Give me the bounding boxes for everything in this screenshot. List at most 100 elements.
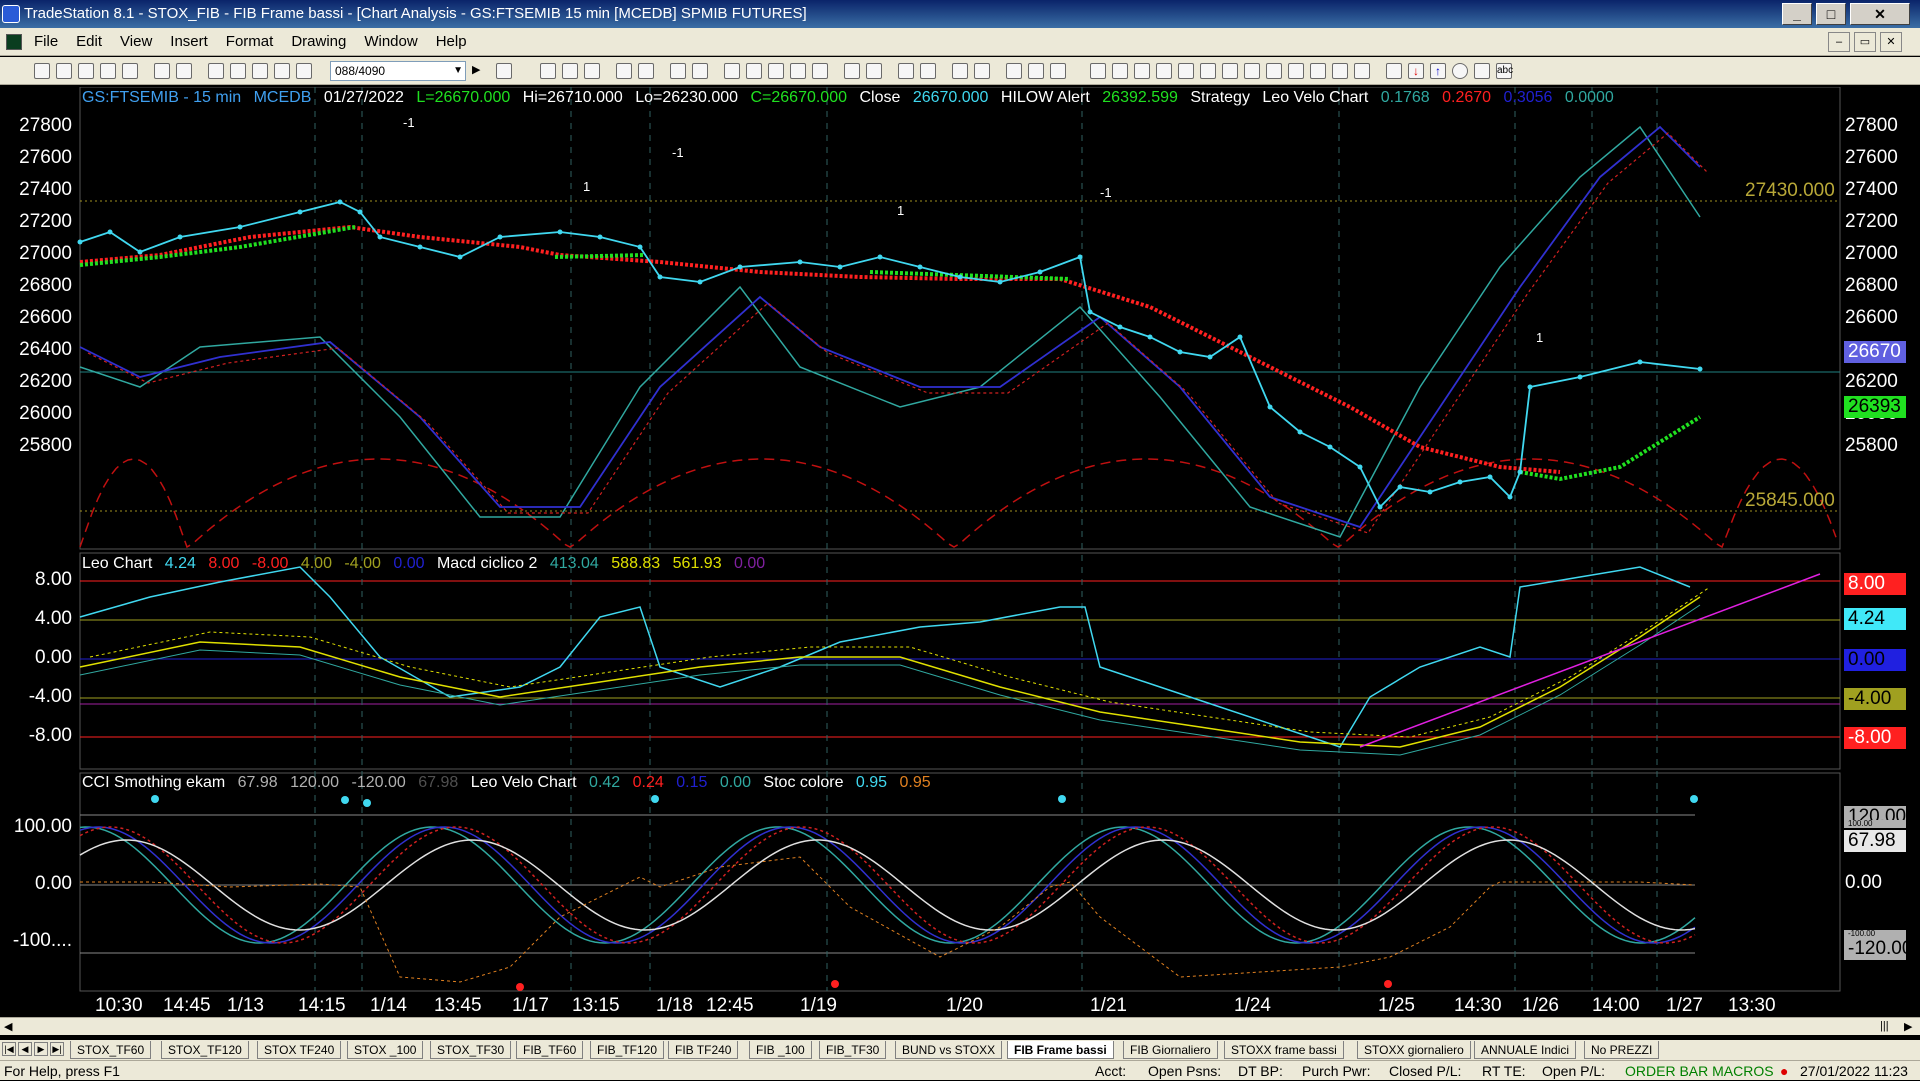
tab-8[interactable]: FIB _100 <box>749 1041 812 1059</box>
pointer-icon[interactable] <box>952 63 968 79</box>
zoom-out-icon[interactable] <box>920 63 936 79</box>
zoom-in-icon[interactable] <box>898 63 914 79</box>
close-button[interactable]: ✕ <box>1850 3 1910 25</box>
print-icon[interactable] <box>154 63 170 79</box>
compress-icon[interactable] <box>844 63 860 79</box>
indicator-icon[interactable] <box>746 63 762 79</box>
tab-10[interactable]: BUND vs STOXX <box>895 1041 1003 1059</box>
tab-0[interactable]: STOX_TF60 <box>70 1041 152 1059</box>
find-icon[interactable] <box>496 63 512 79</box>
y-tick-right: 27800 <box>1845 115 1898 136</box>
tab-13[interactable]: STOXX frame bassi <box>1224 1041 1344 1059</box>
mdi-restore-button[interactable]: ▭ <box>1854 32 1876 52</box>
menu-edit[interactable]: Edit <box>76 28 102 56</box>
scanner-icon[interactable] <box>616 63 632 79</box>
tab-prev-icon[interactable]: ◀ <box>18 1042 32 1056</box>
tab-15[interactable]: ANNUALE Indici <box>1474 1041 1577 1059</box>
ellipse-icon[interactable] <box>1452 63 1468 79</box>
fib-icon[interactable] <box>1112 63 1128 79</box>
print-preview-icon[interactable] <box>176 63 192 79</box>
link-icon[interactable] <box>274 63 290 79</box>
gann-icon[interactable] <box>1134 63 1150 79</box>
open-folder-icon[interactable] <box>78 63 94 79</box>
tab-7[interactable]: FIB TF240 <box>668 1041 739 1059</box>
options-icon[interactable] <box>638 63 654 79</box>
text-tool-icon[interactable]: abc <box>1496 63 1513 79</box>
rectangle-icon[interactable] <box>1474 63 1490 79</box>
tab-2[interactable]: STOX TF240 <box>257 1041 342 1059</box>
menu-file[interactable]: File <box>34 28 58 56</box>
open-icon[interactable] <box>56 63 72 79</box>
tab-9[interactable]: FIB_TF30 <box>819 1041 887 1059</box>
tab-4[interactable]: STOX_TF30 <box>430 1041 512 1059</box>
tab-1[interactable]: STOX_TF120 <box>161 1041 249 1059</box>
candle-icon[interactable] <box>790 63 806 79</box>
chevron-down-icon[interactable]: ▼ <box>453 62 463 80</box>
tab-first-icon[interactable]: |◀ <box>2 1042 16 1056</box>
layout-icon[interactable] <box>692 63 708 79</box>
scroll-left-icon[interactable]: ◀ <box>4 1020 12 1033</box>
symbol-combobox[interactable]: 088/4090 ▼ <box>330 61 466 81</box>
scroll-grip-icon[interactable]: ||| <box>1880 1020 1889 1032</box>
menu-view[interactable]: View <box>120 28 152 56</box>
document-icon[interactable] <box>6 34 22 50</box>
horizontal-line-icon[interactable] <box>1266 63 1282 79</box>
play-icon[interactable]: ▶ <box>472 63 488 79</box>
channel-icon[interactable] <box>1178 63 1194 79</box>
horizontal-scrollbar[interactable]: ◀ ||| ▶ <box>0 1017 1920 1035</box>
menu-format[interactable]: Format <box>226 28 274 56</box>
macros-field[interactable]: ORDER BAR MACROS <box>1625 1061 1774 1081</box>
minimize-button[interactable]: _ <box>1782 3 1812 25</box>
scroll-right-icon[interactable]: ▶ <box>1904 1020 1912 1033</box>
tab-last-icon[interactable]: ▶| <box>50 1042 64 1056</box>
mdi-close-button[interactable]: ✕ <box>1880 32 1902 52</box>
parallel-icon[interactable] <box>1288 63 1304 79</box>
expand-icon[interactable] <box>866 63 882 79</box>
tab-16[interactable]: No PREZZI <box>1584 1041 1660 1059</box>
new-icon[interactable] <box>34 63 50 79</box>
tab-6[interactable]: FIB_TF120 <box>590 1041 665 1059</box>
hammer-icon[interactable] <box>1006 63 1022 79</box>
tab-14[interactable]: STOXX giornaliero <box>1357 1041 1471 1059</box>
tick-icon[interactable] <box>812 63 828 79</box>
arc-tool-icon[interactable] <box>1386 63 1402 79</box>
price-point <box>137 249 143 255</box>
menu-help[interactable]: Help <box>436 28 467 56</box>
bar-type-icon[interactable] <box>768 63 784 79</box>
tab-11[interactable]: FIB Frame bassi <box>1007 1041 1114 1059</box>
sync-icon[interactable] <box>296 63 312 79</box>
lock-icon[interactable] <box>230 63 246 79</box>
pitchfork-icon[interactable] <box>1222 63 1238 79</box>
cycle-icon[interactable] <box>1244 63 1260 79</box>
menu-window[interactable]: Window <box>364 28 417 56</box>
speed-lines-icon[interactable] <box>1200 63 1216 79</box>
tab-12[interactable]: FIB Giornaliero <box>1123 1041 1218 1059</box>
copy-icon[interactable] <box>100 63 116 79</box>
maximize-button[interactable]: □ <box>1816 3 1846 25</box>
trendline-icon[interactable] <box>1090 63 1106 79</box>
radar-icon[interactable] <box>562 63 578 79</box>
workspace-icon[interactable] <box>670 63 686 79</box>
mdi-minimize-button[interactable]: – <box>1828 32 1850 52</box>
chart-area[interactable]: -1 1 -1 1 -1 1 GS:FTSEMIB - 15 min MCEDB 01/2… <box>0 87 1920 1022</box>
alert-icon[interactable] <box>1050 63 1066 79</box>
window-icon[interactable] <box>208 63 224 79</box>
tab-3[interactable]: STOX _100 <box>347 1041 424 1059</box>
scissors-icon[interactable] <box>1028 63 1044 79</box>
arrow-up-icon[interactable]: ↑ <box>1430 63 1446 79</box>
regression-icon[interactable] <box>1332 63 1348 79</box>
chart-window-icon[interactable] <box>540 63 556 79</box>
matrix-icon[interactable] <box>584 63 600 79</box>
tab-5[interactable]: FIB_TF60 <box>516 1041 584 1059</box>
arc-icon[interactable] <box>1156 63 1172 79</box>
wave-icon[interactable] <box>1310 63 1326 79</box>
arrow-down-icon[interactable]: ↓ <box>1408 63 1424 79</box>
save-icon[interactable] <box>122 63 138 79</box>
pencil-icon[interactable] <box>1354 63 1370 79</box>
menu-insert[interactable]: Insert <box>170 28 208 56</box>
tools-icon[interactable] <box>252 63 268 79</box>
format-icon[interactable] <box>724 63 740 79</box>
tab-next-icon[interactable]: ▶ <box>34 1042 48 1056</box>
data-window-icon[interactable] <box>974 63 990 79</box>
menu-drawing[interactable]: Drawing <box>291 28 346 56</box>
